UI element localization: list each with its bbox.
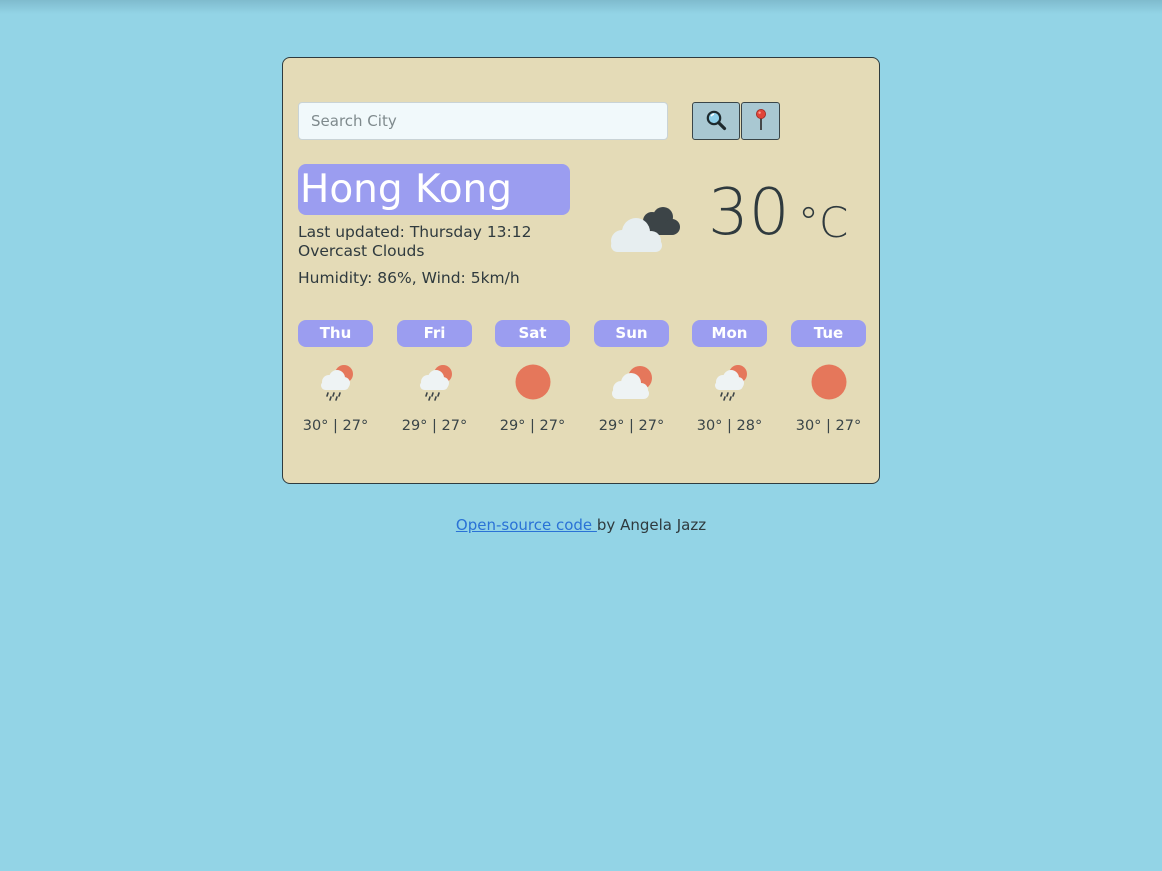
forecast-temps: 29° | 27°: [499, 418, 566, 434]
forecast-temps: 29° | 27°: [598, 418, 665, 434]
forecast-day: Sun 29° | 27°: [594, 320, 669, 440]
magnifier-icon: [705, 109, 727, 134]
forecast-day-label: Sat: [495, 320, 570, 347]
cloud-sun-icon: [612, 362, 652, 402]
forecast-day: Tue 30° | 27°: [791, 320, 866, 440]
sun-icon: [809, 362, 849, 402]
weather-description: Overcast Clouds: [298, 242, 425, 260]
forecast-day-label: Fri: [397, 320, 472, 347]
weather-card: Hong Kong Last updated: Thursday 13:12 O…: [282, 57, 880, 484]
forecast-day: Sat 29° | 27°: [495, 320, 570, 440]
rain-sun-icon: [316, 362, 356, 402]
current-location-button[interactable]: [741, 102, 780, 140]
search-city-input[interactable]: [298, 102, 668, 140]
search-button[interactable]: [692, 102, 740, 140]
forecast-temps: 30° | 27°: [302, 418, 369, 434]
forecast-row: Thu 30° | 27° Fri 29° | 27° Sat 29° | 27…: [298, 320, 866, 440]
sun-icon: [513, 362, 553, 402]
forecast-day: Fri 29° | 27°: [397, 320, 472, 440]
forecast-day: Mon 30° | 28°: [692, 320, 767, 440]
humidity-wind: Humidity: 86%, Wind: 5km/h: [298, 269, 520, 287]
footer-author: by Angela Jazz: [596, 516, 707, 534]
forecast-day-label: Tue: [791, 320, 866, 347]
temperature-unit: °C: [798, 198, 849, 247]
forecast-day-label: Sun: [594, 320, 669, 347]
rain-sun-icon: [710, 362, 750, 402]
map-pin-icon: [754, 108, 768, 135]
city-name: Hong Kong: [298, 164, 570, 215]
overcast-clouds-icon: [608, 203, 683, 255]
forecast-temps: 30° | 28°: [696, 418, 763, 434]
rain-sun-icon: [415, 362, 455, 402]
forecast-temps: 30° | 27°: [795, 418, 862, 434]
last-updated: Last updated: Thursday 13:12: [298, 223, 532, 241]
forecast-day-label: Thu: [298, 320, 373, 347]
open-source-link[interactable]: Open-source code: [456, 516, 597, 534]
top-shadow: [0, 0, 1162, 14]
current-temperature: 30: [708, 176, 790, 250]
forecast-temps: 29° | 27°: [401, 418, 468, 434]
forecast-day-label: Mon: [692, 320, 767, 347]
forecast-day: Thu 30° | 27°: [298, 320, 373, 440]
footer: Open-source code by Angela Jazz: [0, 516, 1162, 534]
